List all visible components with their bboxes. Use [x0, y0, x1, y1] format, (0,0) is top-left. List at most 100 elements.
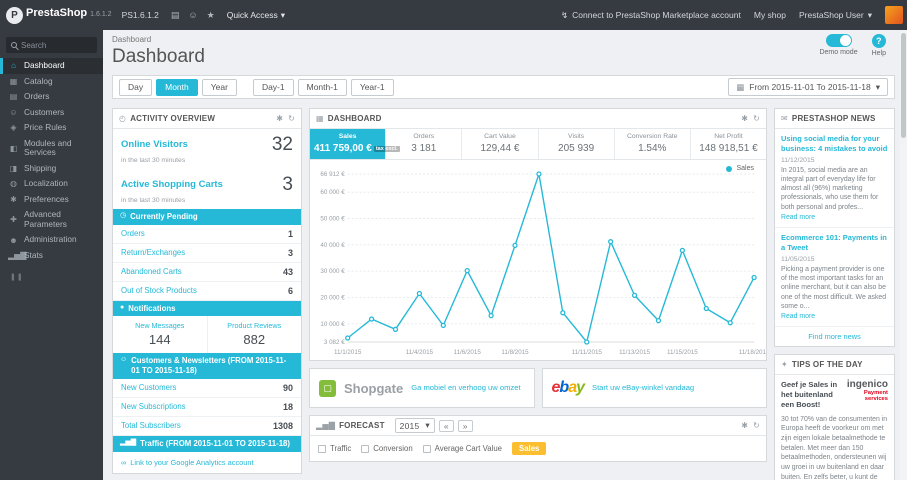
sidebar-item-modules[interactable]: ◧ Modules and Services: [0, 136, 103, 161]
kpi-sales[interactable]: Sales 411 759,00 € tax excl.: [310, 129, 400, 159]
row-value: 3: [287, 247, 293, 258]
modules-icon: ◧: [9, 143, 18, 153]
row-value: 90: [282, 382, 293, 393]
row-label: Out of Stock Products: [121, 286, 197, 296]
orders-notification-icon[interactable]: ▤: [171, 10, 180, 21]
read-more-link[interactable]: Read more: [781, 214, 888, 221]
menu-collapse-button[interactable]: ❚❚: [10, 273, 103, 281]
quick-access-menu[interactable]: Quick Access ▾: [227, 10, 285, 21]
pending-returns-row[interactable]: Return/Exchanges 3: [113, 244, 301, 263]
out-of-stock-row[interactable]: Out of Stock Products 6: [113, 282, 301, 301]
news-article-title[interactable]: Ecommerce 101: Payments in a Tweet: [781, 233, 888, 253]
refresh-icon[interactable]: ↻: [753, 114, 760, 123]
preferences-icon: ✱: [10, 194, 17, 204]
breadcrumb[interactable]: Dashboard: [112, 33, 895, 44]
filter-month-button[interactable]: Month: [156, 78, 198, 96]
kpi-orders[interactable]: Orders 3 181: [386, 129, 463, 159]
gear-icon[interactable]: ✱: [741, 114, 748, 123]
forecast-avg-cart-toggle[interactable]: Average Cart Value: [422, 444, 502, 453]
customers-notification-icon[interactable]: ☺: [188, 10, 197, 21]
refresh-icon[interactable]: ↻: [753, 421, 760, 430]
sidebar-item-customers[interactable]: ☺ Customers: [0, 105, 103, 121]
user-menu[interactable]: PrestaShop User ▾: [799, 10, 872, 21]
kpi-conversion-rate[interactable]: Conversion Rate 1.54%: [615, 129, 691, 159]
date-range-picker[interactable]: ▦ From 2015-11-01 To 2015-11-18 ▾: [728, 78, 888, 96]
sidebar-item-preferences[interactable]: ✱ Preferences: [0, 192, 103, 208]
total-subscribers-row[interactable]: Total Subscribers 1308: [113, 417, 301, 436]
google-analytics-link[interactable]: ∞ Link to your Google Analytics account: [113, 452, 301, 474]
refresh-icon[interactable]: ↻: [288, 114, 295, 123]
sidebar-item-price-rules[interactable]: ◈ Price Rules: [0, 120, 103, 136]
brand[interactable]: P PrestaShop 1.6.1.2: [6, 6, 112, 24]
kpi-label: Orders: [413, 133, 435, 140]
gear-icon[interactable]: ✱: [741, 421, 748, 430]
ebay-link[interactable]: Start uw eBay-winkel vandaag: [592, 383, 694, 392]
filter-year-button[interactable]: Year: [201, 78, 237, 96]
svg-text:10 000 €: 10 000 €: [320, 321, 345, 328]
shopgate-logo-text: Shopgate: [344, 380, 404, 396]
active-carts-link[interactable]: Active Shopping Carts: [121, 179, 228, 191]
svg-text:11/6/2015: 11/6/2015: [454, 349, 482, 356]
sidebar-item-catalog[interactable]: ▦ Catalog: [0, 74, 103, 90]
panel-tools: ✱ ↻: [741, 421, 760, 430]
merchant-expertise-icon[interactable]: ★: [207, 10, 215, 21]
find-more-news-link[interactable]: Find more news: [775, 327, 894, 346]
kpi-cart-value[interactable]: Cart Value 129,44 €: [462, 129, 539, 159]
forecast-header: ▂▅▇ FORECAST 2015 ▾ « » ✱ ↻: [310, 416, 766, 436]
forecast-next-button[interactable]: »: [457, 419, 473, 432]
forecast-traffic-toggle[interactable]: Traffic: [318, 444, 351, 453]
read-more-link[interactable]: Read more: [781, 313, 888, 320]
forecast-panel: ▂▅▇ FORECAST 2015 ▾ « » ✱ ↻ Traffic Conv…: [309, 415, 767, 462]
svg-text:11/4/2015: 11/4/2015: [406, 349, 434, 356]
news-article-title[interactable]: Using social media for your business: 4 …: [781, 134, 888, 154]
my-shop-link[interactable]: My shop: [754, 10, 786, 20]
filter-year-1-button[interactable]: Year-1: [350, 78, 394, 96]
sidebar-item-shipping[interactable]: ◨ Shipping: [0, 161, 103, 177]
shop-name-badge[interactable]: PS1.6.1.2: [122, 10, 159, 20]
new-messages-cell[interactable]: New Messages 144: [113, 316, 208, 354]
gear-icon[interactable]: ✱: [276, 114, 283, 123]
demo-mode-toggle[interactable]: [825, 34, 852, 47]
abandoned-carts-row[interactable]: Abandoned Carts 43: [113, 263, 301, 282]
kpi-visits[interactable]: Visits 205 939: [539, 129, 615, 159]
sidebar-item-stats[interactable]: ▂▅▇ Stats: [0, 248, 103, 264]
pending-orders-row[interactable]: Orders 1: [113, 225, 301, 244]
chart-legend[interactable]: Sales: [726, 165, 754, 172]
forecast-year-select[interactable]: 2015 ▾: [394, 418, 435, 433]
forecast-prev-button[interactable]: «: [438, 419, 454, 432]
sidebar-search[interactable]: [6, 37, 97, 53]
help-control[interactable]: ? Help: [872, 34, 886, 57]
ebay-logo: ebay: [551, 379, 585, 396]
scrollbar-thumb[interactable]: [901, 33, 906, 138]
sidebar-item-orders[interactable]: ▤ Orders: [0, 89, 103, 105]
forecast-sales-toggle[interactable]: Sales: [512, 442, 547, 455]
marketplace-connect-link[interactable]: ↯ Connect to PrestaShop Marketplace acco…: [561, 10, 741, 21]
sidebar-item-dashboard[interactable]: ⌂ Dashboard: [0, 58, 103, 74]
kpi-net-profit[interactable]: Net Profit 148 918,51 €: [691, 129, 766, 159]
dashboard-columns: ◴ ACTIVITY OVERVIEW ✱ ↻ Online Visitors …: [112, 108, 895, 480]
topbar: P PrestaShop 1.6.1.2 PS1.6.1.2 ▤ ☺ ★ Qui…: [0, 0, 907, 30]
forecast-conversion-toggle[interactable]: Conversion: [361, 444, 413, 453]
legend-label: Average Cart Value: [434, 444, 502, 453]
new-subscriptions-row[interactable]: New Subscriptions 18: [113, 398, 301, 417]
filter-month-1-button[interactable]: Month-1: [297, 78, 347, 96]
page-title: Dashboard: [112, 46, 205, 67]
shopgate-logo-icon: ▢: [319, 379, 336, 397]
shopgate-link[interactable]: Ga mobiel en verhoog uw omzet: [411, 383, 520, 392]
sidebar-item-localization[interactable]: ◍ Localization: [0, 176, 103, 192]
svg-text:11/15/2015: 11/15/2015: [667, 349, 698, 356]
prestashop-logo-icon: P: [6, 6, 23, 24]
row-value: 1308: [272, 420, 293, 431]
sidebar-item-administration[interactable]: ☻ Administration: [0, 232, 103, 248]
shopgate-ad[interactable]: ▢ Shopgate Ga mobiel en verhoog uw omzet: [309, 368, 535, 408]
search-input[interactable]: [21, 40, 93, 50]
product-reviews-cell[interactable]: Product Reviews 882: [208, 316, 302, 353]
filter-day-button[interactable]: Day: [119, 78, 153, 96]
row-label: New Customers: [121, 383, 177, 393]
sidebar-item-advanced-parameters[interactable]: ✚ Advanced Parameters: [0, 207, 103, 232]
filter-day-1-button[interactable]: Day-1: [252, 78, 294, 96]
online-visitors-link[interactable]: Online Visitors: [121, 139, 228, 151]
new-customers-row[interactable]: New Customers 90: [113, 379, 301, 398]
user-avatar[interactable]: [885, 6, 903, 24]
ebay-ad[interactable]: ebay Start uw eBay-winkel vandaag: [541, 368, 767, 408]
